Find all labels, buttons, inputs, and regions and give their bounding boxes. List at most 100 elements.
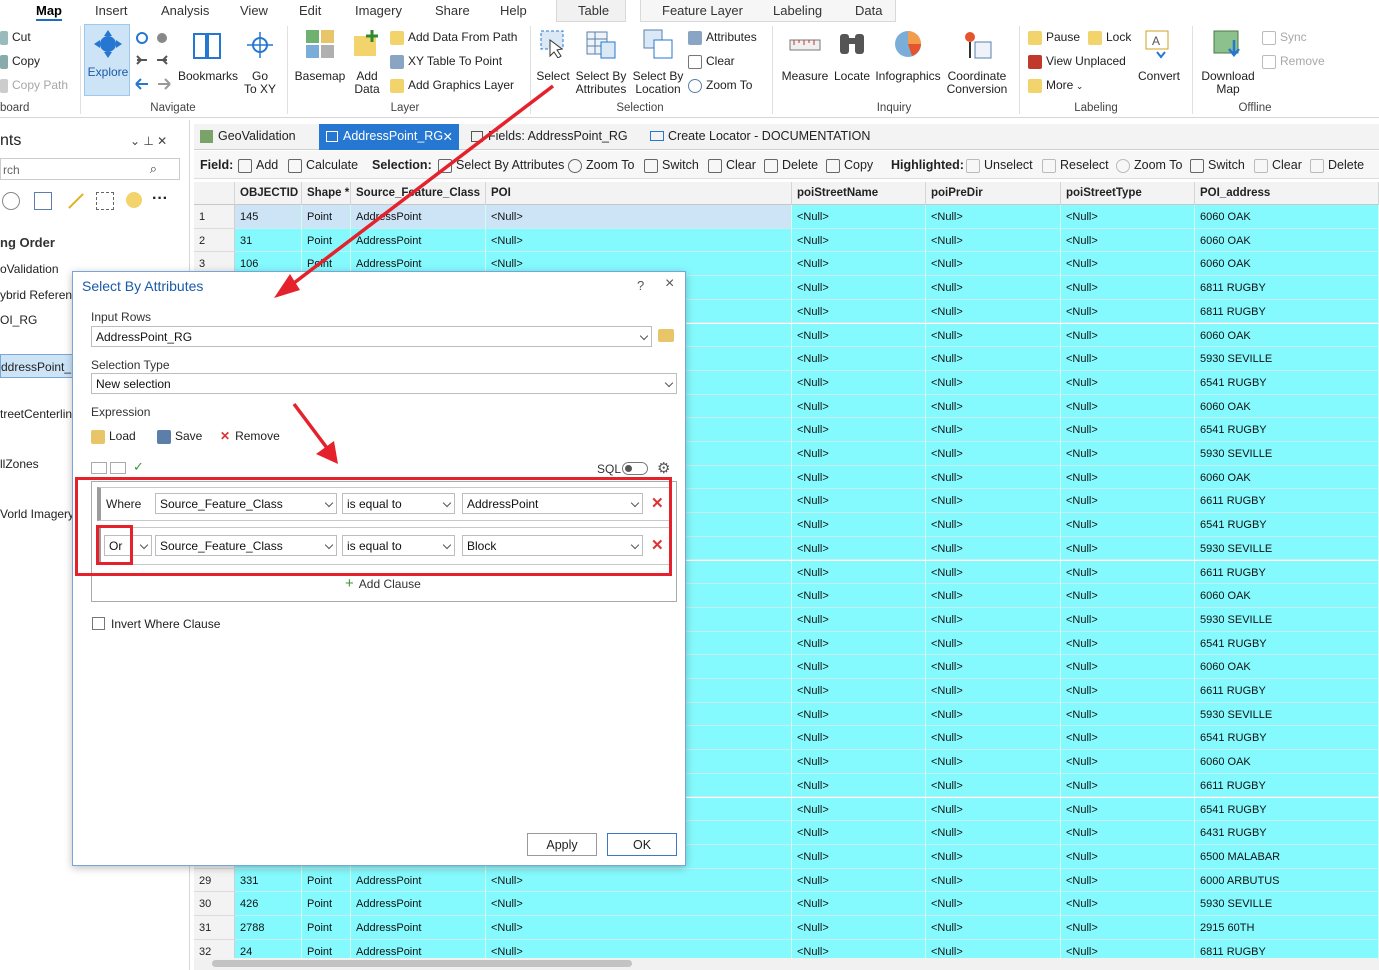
view-unplaced-button[interactable]: View Unplaced: [1028, 54, 1126, 69]
coordinate-conversion-button[interactable]: Coordinate Conversion: [944, 28, 1010, 98]
table-row[interactable]: 32 24 Point AddressPoint <Null> <Null> <Null> <…: [194, 939, 1379, 958]
clear-selection-button[interactable]: Clear: [688, 54, 735, 69]
bookmarks-button[interactable]: Bookmarks: [178, 28, 238, 98]
row-number[interactable]: 1: [194, 205, 235, 229]
layer-item[interactable]: oValidation: [0, 262, 59, 276]
input-rows-dropdown[interactable]: AddressPoint_RG: [91, 326, 652, 347]
xy-table-to-point-button[interactable]: XY Table To Point: [390, 54, 502, 69]
tab-analysis[interactable]: Analysis: [161, 3, 209, 18]
validate-check-icon[interactable]: ✓: [133, 459, 144, 475]
tab-imagery[interactable]: Imagery: [355, 3, 402, 18]
highlight-switch-tool[interactable]: Switch: [1190, 158, 1245, 173]
tab-addresspoint-rg[interactable]: AddressPoint_RG ✕: [319, 124, 459, 150]
highlight-clear-tool[interactable]: Clear: [1254, 158, 1302, 173]
layer-item[interactable]: Vorld Imagery: [0, 507, 74, 521]
apply-button[interactable]: Apply: [527, 833, 597, 856]
more-options-icon[interactable]: ···: [152, 190, 168, 208]
explore-button[interactable]: Explore: [84, 24, 130, 96]
table-row[interactable]: 30 426 Point AddressPoint <Null> <Null> <Null>…: [194, 892, 1379, 916]
unselect-tool[interactable]: Unselect: [966, 158, 1033, 173]
column-header[interactable]: OBJECTID *: [235, 182, 302, 205]
layer-item[interactable]: llZones: [0, 457, 39, 471]
selection-type-dropdown[interactable]: New selection: [91, 373, 677, 394]
tab-share[interactable]: Share: [435, 3, 470, 18]
copy-path-button[interactable]: Copy Path: [0, 78, 68, 93]
tab-view[interactable]: View: [240, 3, 268, 18]
pane-options-icon[interactable]: ⌄ ⊥ ✕: [130, 134, 167, 148]
column-header[interactable]: Shape *: [302, 182, 351, 205]
copy-selection-tool[interactable]: Copy: [826, 158, 873, 173]
tab-labeling[interactable]: Labeling: [773, 3, 822, 18]
tab-insert[interactable]: Insert: [95, 3, 128, 18]
load-expression-button[interactable]: Load: [91, 429, 136, 444]
tab-table[interactable]: Table: [578, 3, 609, 18]
table-row[interactable]: 31 2788 Point AddressPoint <Null> <Null> <Null…: [194, 916, 1379, 940]
attributes-button[interactable]: Attributes: [688, 30, 757, 45]
sql-toggle[interactable]: [622, 462, 648, 475]
clear-selection-tool[interactable]: Clear: [708, 158, 756, 173]
database-icon[interactable]: [2, 192, 20, 210]
pencil-icon[interactable]: [68, 193, 84, 209]
zoom-to-selection-button[interactable]: Zoom To: [688, 78, 752, 93]
nav-tools[interactable]: [134, 30, 174, 90]
select-by-location-button[interactable]: Select By Location: [630, 28, 686, 98]
layer-item[interactable]: ybrid Referen: [0, 288, 72, 302]
switch-selection-tool[interactable]: Switch: [644, 158, 699, 173]
layer-item[interactable]: treetCenterlin: [0, 407, 72, 421]
table-row[interactable]: 2 31 Point AddressPoint <Null> <Null> <Null> <N…: [194, 228, 1379, 253]
infographics-button[interactable]: Infographics: [874, 28, 942, 98]
tab-fields[interactable]: Fields: AddressPoint_RG: [464, 124, 636, 150]
remove-offline-button[interactable]: Remove: [1262, 54, 1325, 69]
row-number[interactable]: 31: [194, 916, 235, 940]
go-to-xy-button[interactable]: Go To XY: [240, 28, 280, 98]
column-header[interactable]: POI: [486, 182, 792, 205]
sql-mode-icon[interactable]: [110, 462, 126, 474]
contents-search-input[interactable]: rch ⌕: [0, 158, 180, 180]
column-header[interactable]: poiStreetType: [1061, 182, 1195, 205]
layer-item[interactable]: OI_RG: [0, 313, 37, 327]
ok-button[interactable]: OK: [607, 833, 677, 856]
settings-gear-icon[interactable]: ⚙: [657, 459, 670, 477]
select-button[interactable]: Select: [534, 28, 572, 98]
column-header[interactable]: POI_address: [1195, 182, 1379, 205]
add-field-button[interactable]: Add: [238, 158, 278, 173]
tab-geovalidation[interactable]: GeoValidation: [194, 124, 304, 150]
select-by-attributes-button[interactable]: Select By Attributes: [573, 28, 629, 98]
lock-labeling-button[interactable]: Lock: [1088, 30, 1131, 45]
close-button[interactable]: ×: [665, 275, 674, 293]
reselect-tool[interactable]: Reselect: [1042, 158, 1109, 173]
close-tab-icon[interactable]: ✕: [443, 129, 453, 144]
row-number[interactable]: 32: [194, 939, 235, 958]
basemap-button[interactable]: Basemap: [292, 28, 348, 98]
tab-feature-layer[interactable]: Feature Layer: [662, 3, 743, 18]
calculate-field-button[interactable]: Calculate: [288, 158, 358, 173]
row-number[interactable]: 2: [194, 228, 235, 253]
copy-button[interactable]: Copy: [0, 54, 40, 69]
table-row[interactable]: 1 145 Point AddressPoint <Null> <Null> <Null> <…: [194, 205, 1379, 229]
locate-button[interactable]: Locate: [832, 28, 872, 98]
scrollbar-thumb[interactable]: [212, 960, 632, 967]
add-data-button[interactable]: Add Data: [348, 28, 386, 98]
tab-data[interactable]: Data: [855, 3, 882, 18]
delete-selection-tool[interactable]: Delete: [764, 158, 818, 173]
row-number[interactable]: 29: [194, 868, 235, 893]
zoom-to-tool[interactable]: Zoom To: [568, 158, 634, 173]
column-header[interactable]: Source_Feature_Class: [351, 182, 486, 205]
add-layer-icon[interactable]: [96, 192, 114, 210]
select-by-attributes-tool[interactable]: Select By Attributes: [438, 158, 564, 173]
add-clause-button[interactable]: + Add Clause: [345, 575, 421, 592]
invert-where-checkbox[interactable]: [92, 617, 105, 630]
save-expression-button[interactable]: Save: [157, 429, 202, 444]
horizontal-scrollbar[interactable]: [194, 958, 1379, 970]
add-data-from-path-button[interactable]: Add Data From Path: [390, 30, 517, 45]
pause-labeling-button[interactable]: Pause: [1028, 30, 1080, 45]
row-number[interactable]: 30: [194, 892, 235, 916]
table-row[interactable]: 29 331 Point AddressPoint <Null> <Null> <Null>…: [194, 868, 1379, 893]
measure-button[interactable]: Measure: [778, 28, 832, 98]
highlight-delete-tool[interactable]: Delete: [1310, 158, 1364, 173]
browse-folder-icon[interactable]: [658, 329, 674, 342]
sync-button[interactable]: Sync: [1262, 30, 1307, 45]
convert-labels-button[interactable]: A Convert: [1135, 28, 1183, 98]
tab-help[interactable]: Help: [500, 3, 527, 18]
cut-button[interactable]: Cut: [0, 30, 31, 45]
